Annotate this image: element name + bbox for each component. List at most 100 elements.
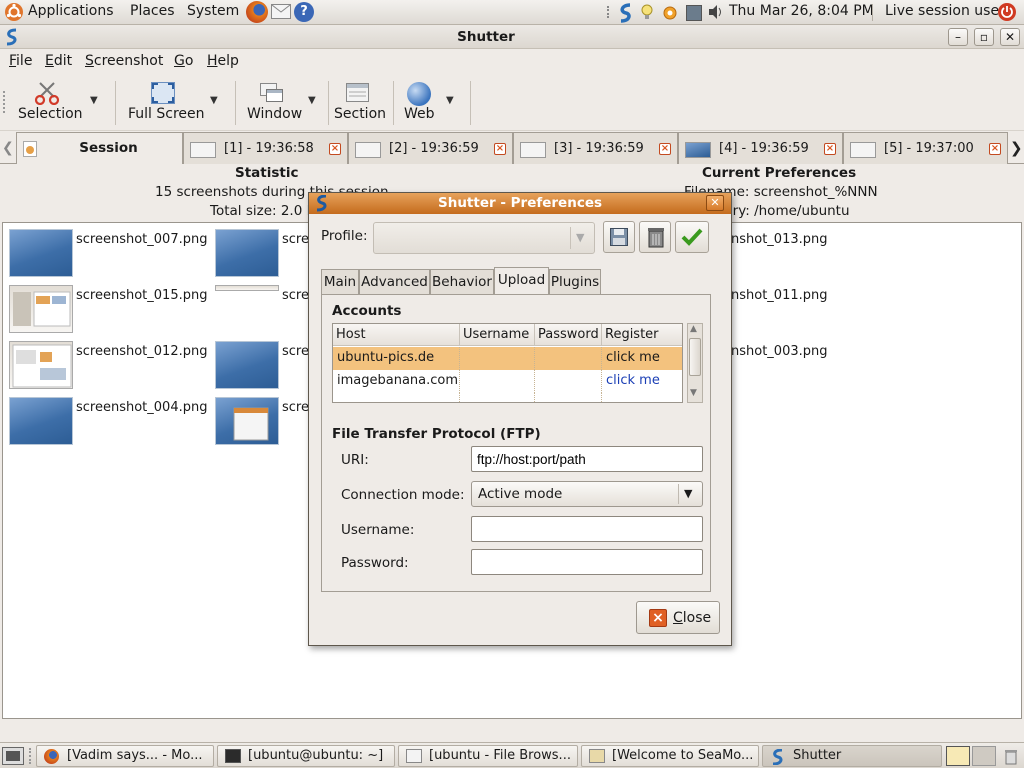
- register-link[interactable]: click me: [602, 347, 682, 370]
- file-name[interactable]: nshot_011.png: [731, 288, 828, 303]
- full-screen-button[interactable]: Full Screen: [125, 73, 205, 129]
- file-thumbnail[interactable]: [9, 397, 73, 445]
- taskbar-item-terminal[interactable]: [ubuntu@ubuntu: ~]: [217, 745, 395, 767]
- dialog-titlebar[interactable]: Shutter - Preferences ✕: [309, 193, 731, 214]
- file-name[interactable]: scre: [282, 344, 309, 359]
- menu-screenshot[interactable]: Screenshot: [85, 53, 163, 69]
- minimize-button[interactable]: –: [948, 28, 968, 46]
- scrollbar-thumb[interactable]: [689, 338, 701, 376]
- trash-icon[interactable]: [1002, 747, 1020, 765]
- session-user[interactable]: Live session user: [885, 3, 1005, 19]
- ubuntu-logo-icon[interactable]: [5, 3, 23, 21]
- close-window-button[interactable]: ✕: [1000, 28, 1020, 46]
- tab-main[interactable]: Main: [321, 269, 359, 295]
- column-header-username[interactable]: Username: [460, 324, 535, 346]
- scroll-down-icon[interactable]: ▼: [690, 388, 697, 398]
- file-thumbnail[interactable]: [215, 341, 279, 389]
- column-header-host[interactable]: Host: [333, 324, 460, 346]
- file-thumbnail[interactable]: [215, 397, 279, 445]
- uri-field[interactable]: [471, 446, 703, 472]
- window-dropdown-icon[interactable]: ▼: [308, 95, 316, 106]
- applications-menu[interactable]: Applications: [28, 3, 114, 19]
- profile-combo[interactable]: ▼: [373, 222, 595, 254]
- connection-mode-select[interactable]: Active mode ▼: [471, 481, 703, 507]
- close-button[interactable]: × Close: [636, 601, 720, 634]
- username-cell[interactable]: [460, 347, 535, 370]
- firefox-icon[interactable]: [246, 1, 268, 23]
- full-screen-dropdown-icon[interactable]: ▼: [210, 95, 218, 106]
- scroll-up-icon[interactable]: ▲: [690, 324, 697, 334]
- tab-screenshot-1[interactable]: [1] - 19:36:58 ×: [183, 132, 348, 164]
- tab-close-icon[interactable]: ×: [659, 143, 671, 155]
- tab-screenshot-3[interactable]: [3] - 19:36:59 ×: [513, 132, 678, 164]
- file-thumbnail[interactable]: [9, 285, 73, 333]
- menu-help[interactable]: Help: [207, 53, 239, 69]
- window-button[interactable]: Window: [244, 73, 302, 129]
- display-icon[interactable]: [686, 5, 702, 21]
- taskbar-item-shutter[interactable]: Shutter: [762, 745, 942, 767]
- web-button[interactable]: Web: [400, 73, 440, 129]
- ftp-password-field[interactable]: [471, 549, 703, 575]
- tab-close-icon[interactable]: ×: [494, 143, 506, 155]
- file-thumbnail[interactable]: [215, 229, 279, 277]
- accounts-scrollbar[interactable]: ▲ ▼: [687, 323, 703, 403]
- taskbar-item-seamonkey[interactable]: [Welcome to SeaMo...: [581, 745, 759, 767]
- file-name[interactable]: screenshot_012.png: [76, 344, 207, 359]
- tab-close-icon[interactable]: ×: [824, 143, 836, 155]
- column-header-password[interactable]: Password: [535, 324, 602, 346]
- taskbar-item-file-browser[interactable]: [ubuntu - File Brows...: [398, 745, 578, 767]
- file-thumbnail[interactable]: [215, 285, 279, 291]
- table-row[interactable]: ubuntu-pics.de click me: [333, 347, 682, 370]
- selection-dropdown-icon[interactable]: ▼: [90, 95, 98, 106]
- delete-profile-button[interactable]: [639, 221, 671, 253]
- file-name[interactable]: nshot_013.png: [731, 232, 828, 247]
- update-notifier-icon[interactable]: [660, 3, 680, 23]
- username-cell[interactable]: [460, 370, 535, 393]
- web-dropdown-icon[interactable]: ▼: [446, 95, 454, 106]
- file-name[interactable]: screenshot_015.png: [76, 288, 207, 303]
- menu-edit[interactable]: Edit: [45, 53, 72, 69]
- workspace-1[interactable]: [946, 746, 970, 766]
- username-cell[interactable]: [460, 393, 535, 402]
- tab-behavior[interactable]: Behavior: [430, 269, 494, 295]
- file-name[interactable]: nshot_003.png: [731, 344, 828, 359]
- window-titlebar[interactable]: Shutter – ▫ ✕: [0, 25, 1024, 49]
- clock[interactable]: Thu Mar 26, 8:04 PM: [729, 3, 874, 19]
- register-link[interactable]: click me: [602, 370, 682, 393]
- file-name[interactable]: screenshot_007.png: [76, 232, 207, 247]
- dialog-close-icon[interactable]: ✕: [706, 195, 724, 211]
- show-desktop-icon[interactable]: [2, 747, 24, 765]
- tab-scroll-right-icon[interactable]: ❯: [1010, 139, 1023, 157]
- tab-screenshot-2[interactable]: [2] - 19:36:59 ×: [348, 132, 513, 164]
- power-icon[interactable]: [998, 3, 1016, 21]
- file-name[interactable]: screenshot_004.png: [76, 400, 207, 415]
- places-menu[interactable]: Places: [130, 3, 175, 19]
- tab-plugins[interactable]: Plugins: [549, 269, 601, 295]
- selection-button[interactable]: Selection: [14, 73, 83, 129]
- maximize-button[interactable]: ▫: [974, 28, 994, 46]
- file-thumbnail[interactable]: [9, 341, 73, 389]
- password-cell[interactable]: [535, 393, 602, 402]
- lightbulb-icon[interactable]: [640, 3, 654, 21]
- apply-profile-button[interactable]: [675, 221, 709, 253]
- tab-close-icon[interactable]: ×: [989, 143, 1001, 155]
- taskbar-item-browser[interactable]: [Vadim says... - Mo...: [36, 745, 214, 767]
- shutter-tray-icon[interactable]: [617, 3, 635, 23]
- column-header-register[interactable]: Register: [602, 324, 682, 346]
- ftp-username-field[interactable]: [471, 516, 703, 542]
- system-menu[interactable]: System: [187, 3, 239, 19]
- file-thumbnail[interactable]: [9, 229, 73, 277]
- help-icon[interactable]: ?: [294, 2, 314, 22]
- save-profile-button[interactable]: [603, 221, 635, 253]
- workspace-2[interactable]: [972, 746, 996, 766]
- tab-upload[interactable]: Upload: [494, 267, 549, 294]
- tab-advanced[interactable]: Advanced: [359, 269, 430, 295]
- volume-icon[interactable]: [707, 3, 725, 21]
- file-name[interactable]: scre: [282, 288, 309, 303]
- tab-screenshot-4[interactable]: [4] - 19:36:59 ×: [678, 132, 843, 164]
- accounts-table[interactable]: Host Username Password Register ubuntu-p…: [332, 323, 683, 403]
- menu-go[interactable]: Go: [174, 53, 193, 69]
- password-cell[interactable]: [535, 347, 602, 370]
- tab-scroll-left-icon[interactable]: ❮: [2, 140, 14, 156]
- table-row[interactable]: imagebanana.com click me: [333, 370, 682, 393]
